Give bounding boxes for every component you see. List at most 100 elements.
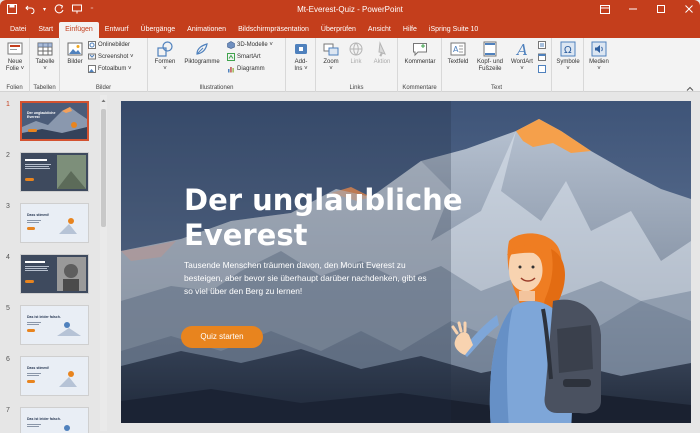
group-tabellen: Tabelle ˅ Tabellen: [30, 38, 60, 92]
minimize-icon[interactable]: [626, 2, 640, 16]
piktogramme-button[interactable]: Piktogramme: [181, 41, 223, 66]
window-controls: [598, 2, 696, 16]
thumb-1-preview: [22, 103, 87, 139]
tab-uebergaenge[interactable]: Übergänge: [135, 22, 182, 38]
aktion-button[interactable]: Aktion: [369, 41, 395, 66]
group-label-bilder: Bilder: [95, 85, 112, 91]
slide-thumbnail-4[interactable]: [20, 254, 89, 294]
picture-icon: [67, 42, 83, 56]
tab-einfuegen[interactable]: Einfügen: [59, 22, 99, 38]
bilder-button[interactable]: Bilder: [63, 41, 87, 66]
smartart-button[interactable]: SmartArt: [227, 53, 261, 61]
slide-number-5: 5: [6, 305, 10, 312]
medien-arrow: ˅: [597, 66, 601, 72]
slide-number-2: 2: [6, 152, 10, 159]
symbole-arrow: ˅: [566, 66, 570, 72]
svg-text:Ω: Ω: [564, 45, 572, 56]
group-links: Zoom ˅ Link Aktion Links: [316, 38, 398, 92]
medien-label: Medien: [589, 59, 609, 65]
ribbon: Neue Folie ˅ Folien Tabelle ˅ Tabellen B…: [0, 38, 700, 92]
wordart-label: WordArt: [511, 59, 533, 65]
group-label-kommentare: Kommentare: [402, 85, 437, 91]
add-ins-icon: [295, 44, 307, 54]
slide-number-1: 1: [6, 101, 10, 108]
slide-thumbnail-6[interactable]: Dass stimmt!: [20, 356, 89, 396]
thumb-5-title: Das ist leider falsch.: [27, 315, 61, 319]
zoom-arrow: ˅: [329, 66, 333, 72]
wordart-button[interactable]: A WordArt ˅: [508, 41, 536, 73]
online-pictures-icon: [88, 41, 96, 49]
neue-folie-label: Neue: [7, 59, 23, 65]
tab-animationen[interactable]: Animationen: [181, 22, 232, 38]
ribbon-tabs: Datei Start Einfügen Entwurf Übergänge A…: [0, 20, 700, 38]
group-label-illustrationen: Illustrationen: [199, 85, 234, 91]
text-box-icon: A: [450, 42, 466, 56]
tab-ueberpruefen[interactable]: Überprüfen: [315, 22, 362, 38]
group-addins: Add- Ins ˅: [286, 38, 316, 92]
kommentar-label: Kommentar: [404, 59, 436, 65]
screenshot-label: Screenshot ˅: [98, 54, 134, 60]
close-icon[interactable]: [682, 2, 696, 16]
screenshot-icon: [88, 53, 96, 60]
collapse-ribbon-icon[interactable]: [686, 80, 694, 91]
tab-ansicht[interactable]: Ansicht: [362, 22, 397, 38]
diagramm-button[interactable]: Diagramm: [227, 65, 265, 73]
tab-entwurf[interactable]: Entwurf: [99, 22, 135, 38]
textfeld-button[interactable]: A Textfeld: [444, 41, 472, 66]
tab-bildschirmpraesentation[interactable]: Bildschirmpräsentation: [232, 22, 315, 38]
slide-body-text[interactable]: Tausende Menschen träumen davon, den Mou…: [184, 259, 434, 298]
neue-folie-label-2: Folie ˅: [5, 66, 25, 72]
slide-title[interactable]: Der unglaubliche Everest: [184, 183, 464, 253]
scrollbar-thumb[interactable]: [101, 109, 106, 227]
tab-datei[interactable]: Datei: [4, 22, 32, 38]
formen-button[interactable]: Formen ˅: [151, 41, 179, 73]
addins-label: Add-: [294, 59, 308, 65]
powerpoint-window: ▾ ⁼ Mt-Everest-Quiz - PowerPoint Datei S…: [0, 0, 700, 433]
tab-start[interactable]: Start: [32, 22, 59, 38]
medien-button[interactable]: Medien ˅: [586, 41, 612, 73]
kopf-fusszeile-button[interactable]: Kopf- und Fußzeile: [473, 41, 507, 73]
scroll-up-icon[interactable]: [100, 97, 107, 104]
thumbnails-scrollbar[interactable]: [100, 95, 107, 431]
piktogramme-label: Piktogramme: [184, 59, 220, 65]
link-icon: [349, 42, 363, 56]
symbole-button[interactable]: Ω Symbole ˅: [554, 41, 582, 73]
slide-thumbnail-5[interactable]: Das ist leider falsch.: [20, 305, 89, 345]
tab-hilfe[interactable]: Hilfe: [397, 22, 423, 38]
bilder-label: Bilder: [67, 59, 83, 65]
tab-ispring-suite[interactable]: iSpring Suite 10: [423, 22, 484, 38]
link-button[interactable]: Link: [345, 41, 367, 66]
symbole-label: Symbole: [556, 59, 580, 65]
quiz-start-button[interactable]: Quiz starten: [181, 326, 263, 348]
slide-canvas[interactable]: Der unglaubliche Everest Tausende Mensch…: [121, 101, 691, 423]
maximize-icon[interactable]: [654, 2, 668, 16]
tabelle-button[interactable]: Tabelle ˅: [32, 41, 58, 73]
onlinebilder-button[interactable]: Onlinebilder: [88, 41, 130, 49]
slide-thumbnail-2[interactable]: [20, 152, 89, 192]
zoom-button[interactable]: Zoom ˅: [319, 41, 343, 73]
fusszeile-label: Fußzeile: [478, 66, 502, 72]
smartart-icon: [227, 53, 235, 61]
3d-modelle-button[interactable]: 3D-Modelle ˅: [227, 41, 273, 49]
slide-thumbnail-3[interactable]: Dass stimmt!: [20, 203, 89, 243]
omega-symbol-icon: Ω: [560, 41, 576, 57]
slide-thumbnail-1[interactable]: Der unglaubliche Everest: [20, 101, 89, 141]
thumb-5-preview: [21, 306, 88, 344]
comment-icon: [413, 43, 427, 57]
slide-thumbnail-7[interactable]: Das ist leider falsch.: [20, 407, 89, 433]
formen-arrow: ˅: [163, 66, 167, 72]
date-time-button[interactable]: [538, 53, 546, 61]
thumb-3-title: Dass stimmt!: [27, 213, 49, 217]
object-button[interactable]: [538, 65, 546, 73]
kommentar-button[interactable]: Kommentar: [400, 41, 440, 66]
fotoalbum-button[interactable]: Fotoalbum ˅: [88, 65, 132, 73]
textfield-options-button[interactable]: [538, 41, 546, 49]
ribbon-display-options-icon[interactable]: [598, 2, 612, 16]
thumb-7-title: Das ist leider falsch.: [27, 417, 61, 421]
svg-text:A: A: [515, 41, 528, 57]
screenshot-button[interactable]: Screenshot ˅: [88, 53, 134, 61]
neue-folie-button[interactable]: Neue Folie ˅: [2, 41, 28, 73]
table-icon: [37, 42, 53, 56]
addins-button[interactable]: Add- Ins ˅: [289, 41, 313, 73]
diagramm-label: Diagramm: [237, 66, 265, 72]
